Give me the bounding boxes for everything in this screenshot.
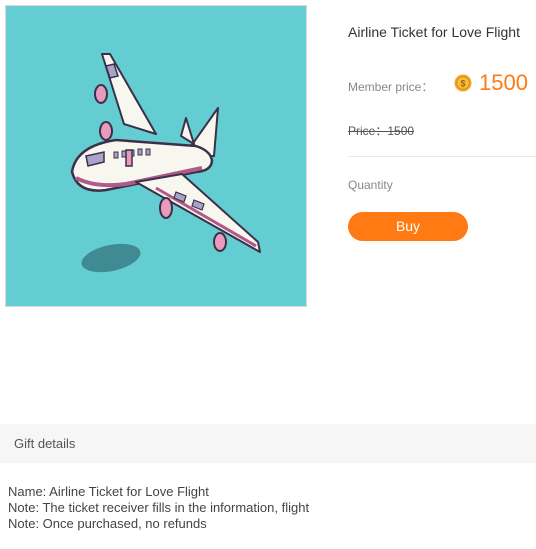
member-price-label: Member price： bbox=[348, 80, 434, 94]
gift-details-header: Gift details bbox=[0, 424, 536, 463]
gift-details-title: Gift details bbox=[14, 436, 76, 451]
original-price: Price：1500 bbox=[348, 124, 415, 138]
divider bbox=[348, 156, 536, 157]
airplane-illustration bbox=[70, 53, 261, 273]
quantity-label: Quantity bbox=[348, 178, 393, 192]
detail-line: Note: Once purchased, no refunds bbox=[8, 516, 207, 531]
detail-line: Note: The ticket receiver fills in the i… bbox=[8, 500, 310, 515]
gift-details-body: Name: Airline Ticket for Love Flight Not… bbox=[8, 484, 309, 532]
product-image bbox=[5, 5, 307, 307]
coin-icon: $ bbox=[454, 74, 472, 92]
member-price-value: 1500 bbox=[479, 70, 528, 95]
product-title: Airline Ticket for Love Flight bbox=[348, 24, 520, 40]
buy-button[interactable]: Buy bbox=[348, 212, 468, 241]
detail-line: Name: Airline Ticket for Love Flight bbox=[8, 484, 209, 499]
svg-text:$: $ bbox=[460, 79, 465, 89]
member-price-row: Member price： $ 1500 bbox=[348, 70, 536, 98]
